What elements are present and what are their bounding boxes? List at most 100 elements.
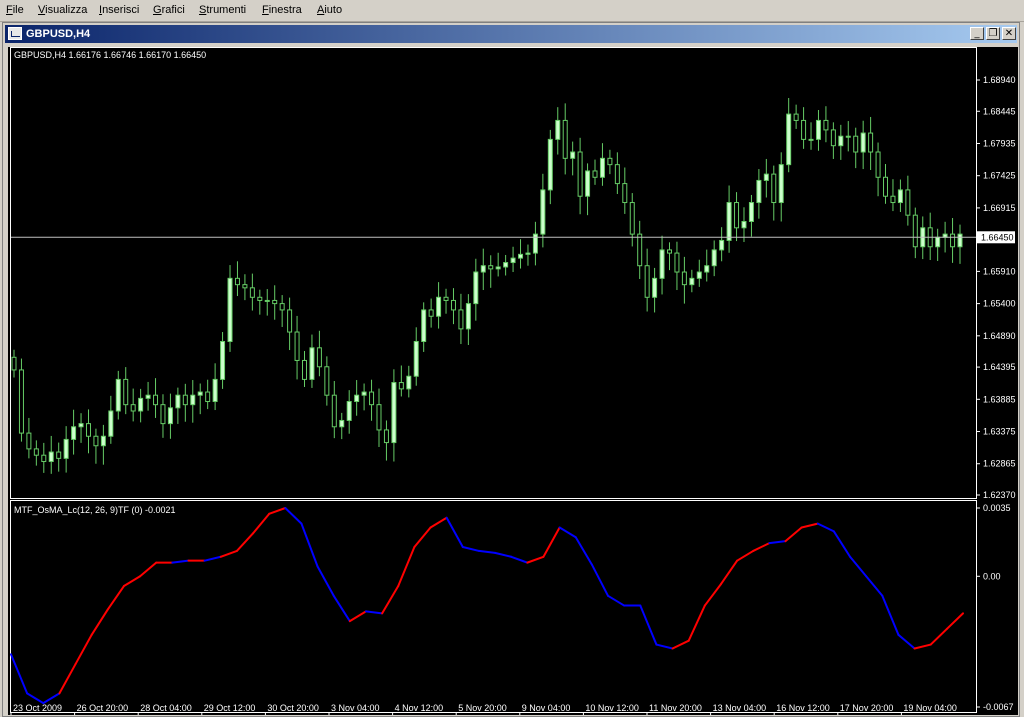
menu-file[interactable]: File (6, 4, 24, 16)
candle-body (302, 359, 308, 380)
candle-body (905, 189, 911, 216)
candle-body (666, 249, 672, 254)
osma-segment (171, 559, 190, 564)
candle-body (331, 394, 337, 428)
candle-body (860, 132, 866, 153)
price-label: 1.65400 (983, 299, 1016, 309)
price-label: 1.67935 (983, 138, 1016, 148)
candle-body (56, 451, 62, 459)
indicator-panel-frame (10, 500, 977, 713)
candle-body (890, 195, 896, 204)
osma-segment (429, 516, 448, 529)
candle-body (361, 391, 367, 396)
price-label: 1.65910 (983, 266, 1016, 276)
price-label: 1.67425 (983, 171, 1016, 181)
chart-area[interactable]: 1.68940 1.68445 1.67935 1.67425 1.66915 1.659… (8, 47, 1018, 715)
candle-body (935, 236, 941, 248)
osma-segment (736, 549, 755, 562)
candle-body (26, 432, 32, 450)
candle-body (838, 135, 844, 147)
osma-segment (510, 555, 529, 564)
candle-body (458, 309, 464, 330)
time-label: 16 Nov 12:00 (776, 703, 830, 713)
time-label: 26 Oct 20:00 (77, 703, 129, 713)
candle-body (48, 451, 54, 463)
price-label: 1.64395 (983, 362, 1016, 372)
main-chart-label: GBPUSD,H4 1.66176 1.66746 1.66170 1.6645… (14, 50, 206, 60)
candle-body (428, 309, 434, 317)
window-title: GBPUSD,H4 (26, 28, 91, 40)
menu-visualizza[interactable]: Visualizza (38, 4, 87, 16)
osma-segment (413, 526, 432, 549)
candle-body (659, 249, 665, 279)
candle-body (130, 404, 136, 412)
menu-finestra[interactable]: Finestra (262, 4, 302, 16)
minimize-button[interactable]: _ (970, 27, 984, 40)
candle-body (525, 252, 531, 255)
candle-body (726, 202, 732, 241)
osma-segment (139, 561, 158, 578)
candle-body (63, 438, 69, 459)
time-label: 23 Oct 2009 (13, 703, 62, 713)
osma-segment (655, 643, 674, 650)
candle-body (562, 119, 568, 159)
osma-segment (106, 585, 125, 611)
osma-segment (348, 610, 367, 623)
osma-segment (945, 612, 964, 630)
candle-body (808, 138, 814, 141)
price-label: 1.62370 (983, 490, 1016, 500)
candle-body (309, 347, 315, 380)
osma-segment (284, 507, 303, 525)
candle-body (555, 119, 561, 140)
candle-body (413, 341, 419, 377)
osma-segment (74, 633, 93, 666)
restore-button[interactable]: ❐ (986, 27, 1000, 40)
candle-body (100, 435, 106, 447)
candle-body (175, 394, 181, 409)
candle-body (681, 271, 687, 286)
candle-body (443, 296, 449, 301)
osma-segment (381, 585, 400, 615)
time-label: 4 Nov 12:00 (395, 703, 444, 713)
candle-body (78, 423, 84, 428)
osma-segment (832, 530, 852, 558)
candle-body (823, 119, 829, 131)
candle-body (897, 189, 903, 204)
current-price-label: 1.66450 (981, 232, 1014, 242)
close-button[interactable]: ✕ (1002, 27, 1016, 40)
candle-body (153, 394, 159, 406)
osma-segment (203, 555, 222, 562)
osma-segment (574, 536, 593, 566)
osma-segment (558, 526, 577, 539)
candle-body (123, 378, 129, 406)
candle-body (339, 419, 345, 428)
menu-strumenti[interactable]: Strumenti (199, 4, 246, 16)
osma-segment (219, 549, 238, 558)
candle-body (85, 423, 91, 437)
candle-body (264, 299, 270, 302)
candle-body (138, 397, 144, 412)
candle-body (801, 119, 807, 140)
candle-body (18, 369, 24, 434)
price-label: 1.64890 (983, 331, 1016, 341)
candle-body (585, 170, 591, 197)
candle-body (748, 202, 754, 222)
candle-body (741, 220, 747, 229)
menu-inserisci[interactable]: Inserisci (99, 4, 139, 16)
osma-segment (768, 540, 787, 545)
candle-body (868, 132, 874, 153)
chart-canvas[interactable]: 1.68940 1.68445 1.67935 1.67425 1.66915 1.659… (8, 47, 1018, 715)
candle-body (145, 394, 151, 399)
candle-body (383, 429, 389, 444)
window-titlebar[interactable]: GBPUSD,H4 _ ❐ ✕ (5, 25, 1017, 43)
candle-body (637, 233, 643, 267)
candle-body (406, 375, 412, 390)
osma-segment (607, 594, 626, 607)
candle-body (518, 253, 524, 259)
menu-aiuto[interactable]: Aiuto (317, 4, 342, 16)
candle-body (354, 394, 360, 403)
osma-segment (252, 512, 271, 535)
menu-grafici[interactable]: Grafici (153, 4, 185, 16)
candle-body (719, 239, 725, 251)
time-label: 9 Nov 04:00 (522, 703, 571, 713)
